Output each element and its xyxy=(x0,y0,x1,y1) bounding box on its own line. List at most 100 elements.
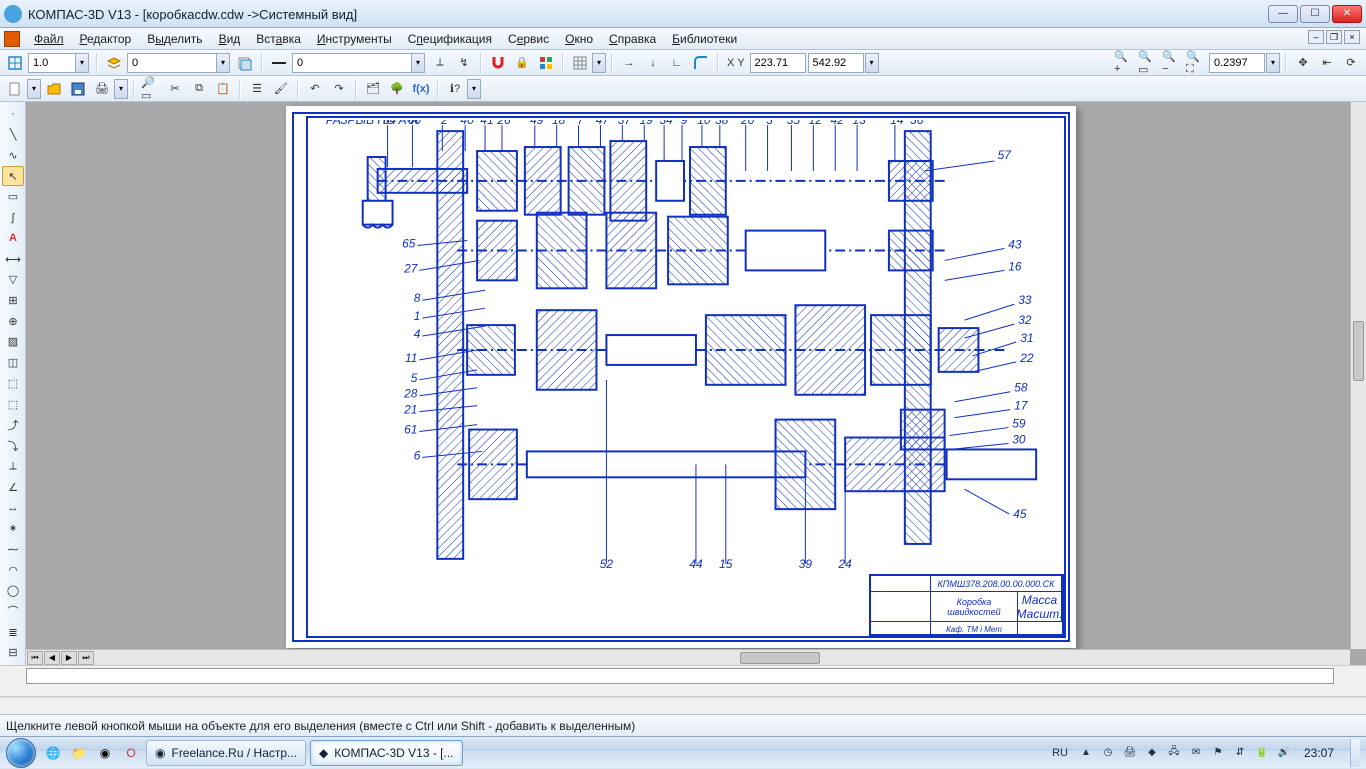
geom-spline-icon[interactable]: ∫ xyxy=(2,208,24,228)
quick-opera-icon[interactable]: O xyxy=(119,741,143,765)
state-a-icon[interactable]: ⟂ xyxy=(429,52,451,74)
redraw-icon[interactable]: ⟳ xyxy=(1340,52,1362,74)
tray-net-icon[interactable]: 🖧 xyxy=(1166,745,1182,761)
linetype-dropdown[interactable]: ▾ xyxy=(411,53,425,73)
menu-libraries[interactable]: Библиотеки xyxy=(664,30,745,48)
print-dropdown[interactable]: ▾ xyxy=(114,79,128,99)
menu-tools[interactable]: Инструменты xyxy=(309,30,400,48)
start-button[interactable] xyxy=(2,737,40,769)
zoom-input[interactable] xyxy=(1209,53,1265,73)
help-dropdown[interactable]: ▾ xyxy=(467,79,481,99)
tray-volume-icon[interactable]: 🔊 xyxy=(1276,745,1292,761)
layer-dropdown[interactable]: ▾ xyxy=(216,53,230,73)
scale-input[interactable] xyxy=(28,53,76,73)
mdi-close-button[interactable]: × xyxy=(1344,30,1360,44)
prev-view-icon[interactable]: ⇤ xyxy=(1316,52,1338,74)
layer-icon[interactable] xyxy=(103,52,125,74)
coord-dropdown[interactable]: ▾ xyxy=(865,53,879,73)
ortho-v-icon[interactable]: ↓ xyxy=(642,52,664,74)
break-icon[interactable]: ⁓ xyxy=(2,539,24,559)
quick-ie-icon[interactable]: 🌐 xyxy=(41,741,65,765)
state-b-icon[interactable]: ↯ xyxy=(453,52,475,74)
preview-icon[interactable]: 🔎▭ xyxy=(140,78,162,100)
rough-icon[interactable]: ▽ xyxy=(2,270,24,290)
zoom-fit-icon[interactable]: 🔍⛶ xyxy=(1185,52,1207,74)
props-icon[interactable]: ☰ xyxy=(246,78,268,100)
quick-chrome-icon[interactable]: ◉ xyxy=(93,741,117,765)
tray-app-a-icon[interactable]: ◆ xyxy=(1144,745,1160,761)
select-icon[interactable]: ↖ xyxy=(2,166,24,186)
view-icon[interactable]: ◫ xyxy=(2,353,24,373)
edit-a-icon[interactable]: ⤴ xyxy=(2,415,24,435)
layer-input[interactable] xyxy=(127,53,217,73)
new-dropdown[interactable]: ▾ xyxy=(27,79,41,99)
zoom-out-icon[interactable]: 🔍− xyxy=(1161,52,1183,74)
cut-icon[interactable]: ✂ xyxy=(164,78,186,100)
tray-flag2-icon[interactable]: ⚑ xyxy=(1210,745,1226,761)
menu-editor[interactable]: Редактор xyxy=(72,30,140,48)
trim-icon[interactable]: ✶ xyxy=(2,519,24,539)
fillet-icon[interactable]: ⌒ xyxy=(2,602,24,622)
scale-dropdown[interactable]: ▾ xyxy=(75,53,89,73)
paste-icon[interactable]: 📋 xyxy=(212,78,234,100)
tab-prev-button[interactable]: ◀ xyxy=(44,651,60,665)
menu-window[interactable]: Окно xyxy=(557,30,601,48)
ortho-icon[interactable]: ∟ xyxy=(666,52,688,74)
zoom-dropdown[interactable]: ▾ xyxy=(1266,53,1280,73)
spec-icon[interactable]: ≣ xyxy=(2,622,24,642)
lib-icon[interactable]: ⊟ xyxy=(2,643,24,663)
distance-icon[interactable]: ↔ xyxy=(2,498,24,518)
color-icon[interactable] xyxy=(535,52,557,74)
round-icon[interactable] xyxy=(690,52,712,74)
linetype-input[interactable] xyxy=(292,53,412,73)
menu-spec[interactable]: Спецификация xyxy=(400,30,500,48)
magnet-icon[interactable] xyxy=(487,52,509,74)
copy-icon[interactable]: ⧉ xyxy=(188,78,210,100)
tray-flag-icon[interactable]: ▲ xyxy=(1078,745,1094,761)
menu-help[interactable]: Справка xyxy=(601,30,664,48)
grid-dropdown[interactable]: ▾ xyxy=(592,53,606,73)
lock-icon[interactable]: 🔒 xyxy=(511,52,533,74)
menu-select[interactable]: Выделить xyxy=(139,30,210,48)
dim-icon[interactable]: ⟷ xyxy=(2,249,24,269)
menu-insert[interactable]: Вставка xyxy=(248,30,309,48)
help-icon[interactable]: ℹ? xyxy=(444,78,466,100)
quick-explorer-icon[interactable]: 📁 xyxy=(67,741,91,765)
drawing-canvas[interactable]: 64 60 2 40 41 26 49 18 7 47 37 19 34 9 1… xyxy=(26,102,1366,665)
coord-y-input[interactable] xyxy=(808,53,864,73)
linetype-icon[interactable] xyxy=(268,52,290,74)
tab-first-button[interactable]: ⏮ xyxy=(27,651,43,665)
show-desktop-button[interactable] xyxy=(1350,739,1360,767)
coord-x-input[interactable] xyxy=(750,53,806,73)
pan-icon[interactable]: ✥ xyxy=(1292,52,1314,74)
tray-battery-icon[interactable]: 🔋 xyxy=(1254,745,1270,761)
angle-icon[interactable]: ∠ xyxy=(2,477,24,497)
task-freelance[interactable]: ◉ Freelance.Ru / Настр... xyxy=(146,740,306,766)
hatch-icon[interactable]: ▨ xyxy=(2,332,24,352)
arc-icon[interactable]: ◠ xyxy=(2,560,24,580)
manager-icon[interactable]: 🗂 xyxy=(362,78,384,100)
window-maximize-button[interactable]: ☐ xyxy=(1300,5,1330,23)
zoom-in-icon[interactable]: 🔍+ xyxy=(1113,52,1135,74)
window-close-button[interactable]: ✕ xyxy=(1332,5,1362,23)
redo-icon[interactable]: ↷ xyxy=(328,78,350,100)
grid-icon[interactable] xyxy=(569,52,591,74)
param-a-icon[interactable]: ⬚ xyxy=(2,374,24,394)
tab-next-button[interactable]: ▶ xyxy=(61,651,77,665)
tray-lang[interactable]: RU xyxy=(1048,747,1072,759)
snap-icon[interactable] xyxy=(4,52,26,74)
variables-icon[interactable]: f(x) xyxy=(410,78,432,100)
geom-line-icon[interactable]: ╲ xyxy=(2,125,24,145)
edit-b-icon[interactable]: ⤵ xyxy=(2,436,24,456)
geom-rect-icon[interactable]: ▭ xyxy=(2,187,24,207)
save-icon[interactable] xyxy=(67,78,89,100)
mdi-minimize-button[interactable]: – xyxy=(1308,30,1324,44)
mdi-restore-button[interactable]: ❐ xyxy=(1326,30,1342,44)
window-minimize-button[interactable]: — xyxy=(1268,5,1298,23)
menu-view[interactable]: Вид xyxy=(211,30,249,48)
menu-service[interactable]: Сервис xyxy=(500,30,557,48)
circle-icon[interactable]: ◯ xyxy=(2,581,24,601)
copyformat-icon[interactable]: 🖌 xyxy=(270,78,292,100)
tray-msg-icon[interactable]: ✉ xyxy=(1188,745,1204,761)
open-icon[interactable] xyxy=(43,78,65,100)
